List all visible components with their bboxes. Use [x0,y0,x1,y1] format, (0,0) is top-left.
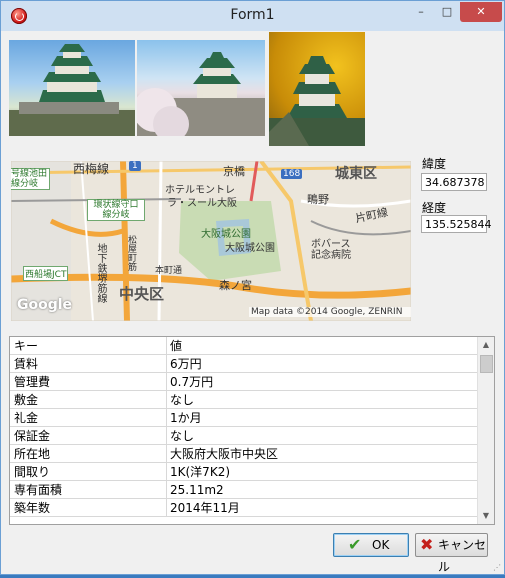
table-row[interactable]: 礼金 1か月 [10,409,479,427]
cancel-button[interactable]: ✖ キャンセル [415,533,488,574]
row-value: 0.7万円 [166,373,470,391]
row-value: 1K(洋7K2) [166,463,470,481]
castle-photo-3 [269,32,365,146]
table-row[interactable]: 所在地 大阪府大阪市中央区 [10,445,479,463]
resize-grip-icon[interactable]: ⋰ [493,563,503,573]
scroll-down-icon[interactable]: ▼ [478,508,494,524]
latitude-label: 緯度 [422,157,447,171]
map-label-kyobashi: 京橋 [223,165,245,178]
minimize-button[interactable]: – [408,2,434,22]
row-key: 敷金 [14,393,39,407]
map-label-castle-park: 大阪城公園 [201,229,251,240]
table-row[interactable]: 管理費 0.7万円 [10,373,479,391]
map-label-honmachi: 本町通 [155,266,183,276]
cancel-label: キャンセル [438,538,487,574]
table-row[interactable]: 保証金 なし [10,427,479,445]
table-row[interactable]: 賃料 6万円 [10,355,479,373]
checkmark-icon: ✔ [348,535,362,554]
row-key: 間取り [14,465,51,479]
row-value: 25.11m2 [166,481,470,499]
table-row[interactable]: 専有面積 25.11m2 [10,481,479,499]
row-value: 6万円 [166,355,470,373]
row-key: 賃料 [14,357,39,371]
map-credit: Map data ©2014 Google, ZENRIN [249,307,411,317]
table-row[interactable]: 間取り 1K(洋7K2) [10,463,479,481]
castle-photo-2 [137,40,265,136]
maximize-button[interactable]: □ [434,2,460,22]
map-label-morinomiya: 森ノ宮 [219,279,252,292]
cross-icon: ✖ [420,535,434,554]
header-key[interactable]: キー [14,337,164,355]
longitude-label: 経度 [422,201,447,215]
table-row[interactable]: 敷金 なし [10,391,479,409]
scroll-up-icon[interactable]: ▲ [478,337,494,353]
map-label-johoku: 城東区 [335,166,377,182]
map-label-nishisenba: 西船場JCT [23,266,69,281]
row-value: なし [166,391,470,409]
map-view[interactable]: 西梅線 号線池田 線分岐 環状線守口 線分岐 西船場JCT 京橋 城東区 ホテル… [11,161,411,321]
row-key: 保証金 [14,429,51,443]
map-label-chuo: 中央区 [119,285,165,303]
grid-header-row: キー 値 [10,337,479,355]
row-value: 大阪府大阪市中央区 [166,445,470,463]
map-label-jct-ikeda: 号線池田 線分岐 [11,168,50,190]
map-label-castle-park-station: 大阪城公園 [225,243,275,254]
grid-scrollbar[interactable]: ▲ ▼ [477,337,494,524]
map-label-hospital: ボバース 記念病院 [311,239,351,261]
form1-window: Form1 – □ ✕ 西梅線 号線池田 線分岐 環状線守口 線分岐 西船場JC… [0,0,505,575]
map-label-nishikujo: 西梅線 [73,162,110,176]
row-value: 1か月 [166,409,470,427]
route-1-shield: 1 [129,161,141,171]
scroll-thumb[interactable] [480,355,493,373]
latitude-field[interactable]: 34.687378 [421,173,487,191]
map-label-subway: 地下鉄堺筋線 [95,243,106,303]
row-key: 管理費 [14,375,51,389]
title-bar[interactable]: Form1 – □ ✕ [1,1,504,31]
longitude-field[interactable]: 135.525844 [421,215,491,233]
row-key: 礼金 [14,411,39,425]
castle-photo-1 [9,40,135,136]
row-key: 専有面積 [14,483,63,497]
row-key: 築年数 [14,501,51,515]
row-value: 2014年11月 [166,499,470,517]
ok-button[interactable]: ✔ OK [333,533,409,557]
map-label-jct-moriguchi: 環状線守口 線分岐 [87,199,145,221]
map-label-hotel2: ラ・スール大阪 [167,198,237,209]
map-label-matsuyamachi: 松屋町筋 [126,235,136,271]
close-button[interactable]: ✕ [460,2,502,22]
row-value: なし [166,427,470,445]
ok-label: OK [372,538,390,552]
header-value[interactable]: 値 [166,337,470,355]
property-grid[interactable]: キー 値 賃料 6万円 管理費 0.7万円 敷金 なし 礼金 1か月 保証金 な… [9,336,495,525]
row-key: 所在地 [14,447,51,461]
map-label-shigino: 鴫野 [307,193,329,206]
table-row[interactable]: 築年数 2014年11月 [10,499,479,517]
route-168-shield: 168 [281,169,303,179]
google-logo: Google [17,297,73,313]
